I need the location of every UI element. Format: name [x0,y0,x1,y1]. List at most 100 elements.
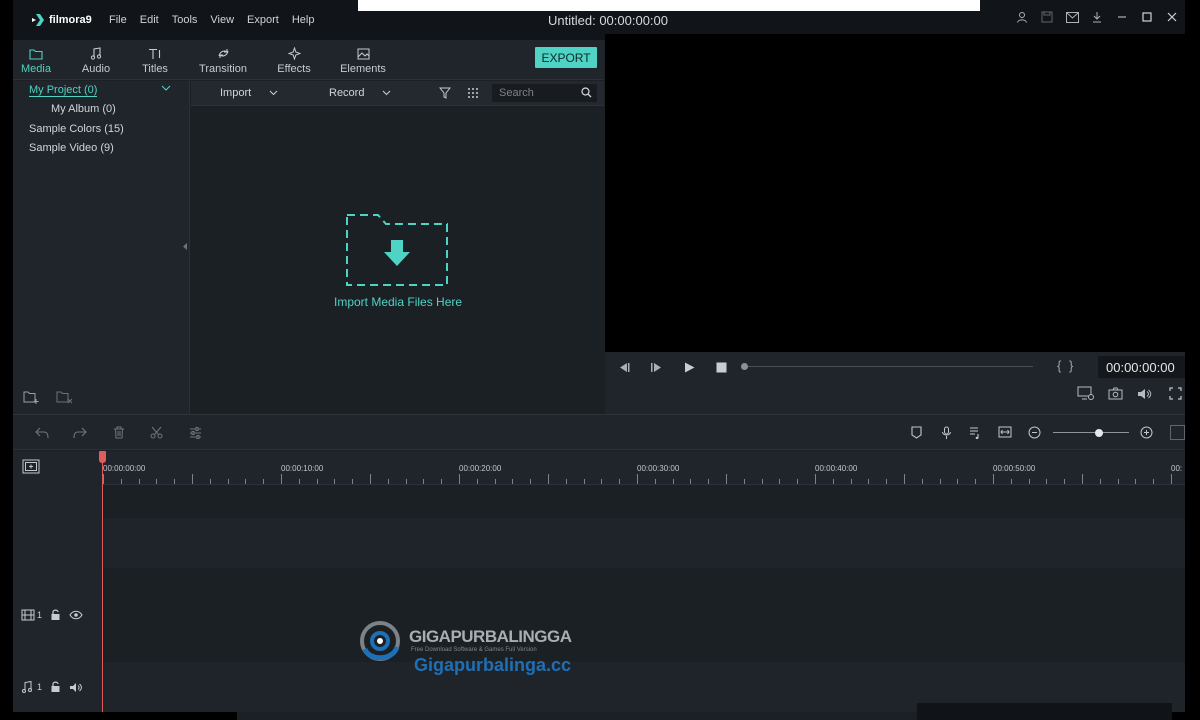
window-title: Untitled: 00:00:00:00 [548,13,668,28]
menu-bar: File Edit Tools View Export Help [109,14,314,26]
title-timecode: 00:00:00:00 [599,13,669,28]
previous-frame-icon[interactable] [618,362,630,373]
account-icon[interactable] [1015,10,1029,24]
ruler-label: 00:00:10:00 [281,464,324,473]
next-frame-icon[interactable] [650,362,662,373]
menu-tools[interactable]: Tools [172,14,198,26]
delete-icon[interactable] [113,426,125,439]
lock-icon[interactable] [50,609,61,621]
filmora-window: filmora9 File Edit Tools View Export Hel… [13,0,1185,712]
video-track-number: 1 [37,610,43,620]
watermark-logo-icon [360,621,400,661]
filter-icon[interactable] [439,87,451,99]
zoom-in-icon[interactable] [1140,426,1153,439]
tab-transition-label: Transition [199,63,247,75]
window-controls [1015,10,1179,24]
minimize-icon[interactable] [1115,10,1129,24]
playhead-line[interactable] [102,451,103,712]
record-label: Record [329,87,365,99]
close-icon[interactable] [1165,10,1179,24]
zoom-out-icon[interactable] [1028,426,1041,439]
media-drop-area[interactable] [191,106,604,414]
mark-in-out-brackets[interactable]: { } [1057,358,1075,373]
bottom-scrollbar[interactable] [237,712,917,720]
collapse-arrow-icon[interactable] [183,243,188,250]
watermark-title: GIGAPURBALINGGA [409,627,572,646]
add-track-icon[interactable] [22,459,40,474]
stop-icon[interactable] [716,362,727,373]
tab-titles[interactable]: Titles [139,40,171,80]
play-icon[interactable] [684,362,695,373]
import-folder-icon[interactable] [346,214,448,286]
speaker-icon[interactable] [69,682,83,693]
import-dropdown[interactable]: Import [220,87,278,99]
microphone-icon[interactable] [941,426,952,440]
ruler-label: 00:00:30:00 [637,464,680,473]
menu-view[interactable]: View [210,14,234,26]
menu-export[interactable]: Export [247,14,279,26]
chevron-down-icon [383,90,391,96]
library-sidebar: My Project (0) My Album (0) Sample Color… [13,81,190,414]
import-label: Import [220,87,252,99]
tab-effects[interactable]: Effects [276,40,312,80]
tab-transition[interactable]: Transition [196,40,250,80]
library-sample-colors[interactable]: Sample Colors (15) [29,123,124,135]
fit-timeline-icon[interactable] [998,426,1012,438]
transition-icon [218,49,228,58]
fullscreen-icon[interactable] [1169,387,1182,400]
tab-media[interactable]: Media [21,40,51,80]
marker-icon[interactable] [911,426,922,439]
tab-elements[interactable]: Elements [340,40,386,80]
search-input[interactable]: Search [492,84,597,102]
search-placeholder: Search [499,87,534,99]
tab-audio[interactable]: Audio [79,40,113,80]
split-scissors-icon[interactable] [150,426,163,439]
download-icon[interactable] [1090,10,1104,24]
ruler-label: 00: [1171,464,1183,473]
volume-icon[interactable] [1137,388,1152,400]
chevron-down-icon [269,90,278,96]
playhead-handle[interactable] [99,451,106,463]
timeline-track-empty[interactable] [102,486,1185,518]
eye-icon[interactable] [69,610,83,620]
voiceover-list-icon[interactable] [969,426,982,439]
video-track-header: 1 [21,609,83,621]
redo-icon[interactable] [73,427,87,439]
menu-edit[interactable]: Edit [140,14,159,26]
snapshot-icon[interactable] [1108,387,1123,400]
progress-handle[interactable] [741,363,748,370]
track-headers: 1 1 [13,451,102,712]
undo-icon[interactable] [35,427,49,439]
menu-help[interactable]: Help [292,14,315,26]
maximize-icon[interactable] [1140,10,1154,24]
panel-toggle-icon[interactable] [1170,425,1185,440]
save-icon[interactable] [1040,10,1054,24]
lock-icon[interactable] [50,681,61,693]
export-button[interactable]: EXPORT [535,47,597,68]
new-folder-icon[interactable] [23,390,39,404]
mail-icon[interactable] [1065,10,1079,24]
ruler-label: 00:00:50:00 [993,464,1036,473]
grid-view-icon[interactable] [467,87,479,99]
tab-titles-label: Titles [142,63,168,75]
zoom-slider-handle[interactable] [1095,429,1103,437]
zoom-slider[interactable] [1053,432,1129,433]
record-dropdown[interactable]: Record [329,87,391,99]
delete-folder-icon[interactable] [56,390,74,404]
playback-progress[interactable] [743,366,1033,367]
import-media-hint[interactable]: Import Media Files Here [334,295,462,309]
bottom-right-panel [917,703,1172,720]
chevron-down-icon[interactable] [161,85,171,91]
menu-file[interactable]: File [109,14,127,26]
timeline-track-empty[interactable] [102,518,1185,568]
ruler-label: 00:00:20:00 [459,464,502,473]
app-brand: filmora9 [49,14,92,26]
timeline-ruler[interactable]: 00:00:00:00 00:00:10:00 00:00:20:00 00:0… [102,451,1185,485]
display-settings-icon[interactable] [1077,386,1095,401]
library-sample-video[interactable]: Sample Video (9) [29,142,114,154]
library-my-project[interactable]: My Project (0) [29,84,98,97]
library-my-album[interactable]: My Album (0) [51,103,116,115]
audio-track-header: 1 [21,681,83,693]
video-track-lane[interactable] [102,568,1185,662]
adjust-icon[interactable] [189,426,202,439]
